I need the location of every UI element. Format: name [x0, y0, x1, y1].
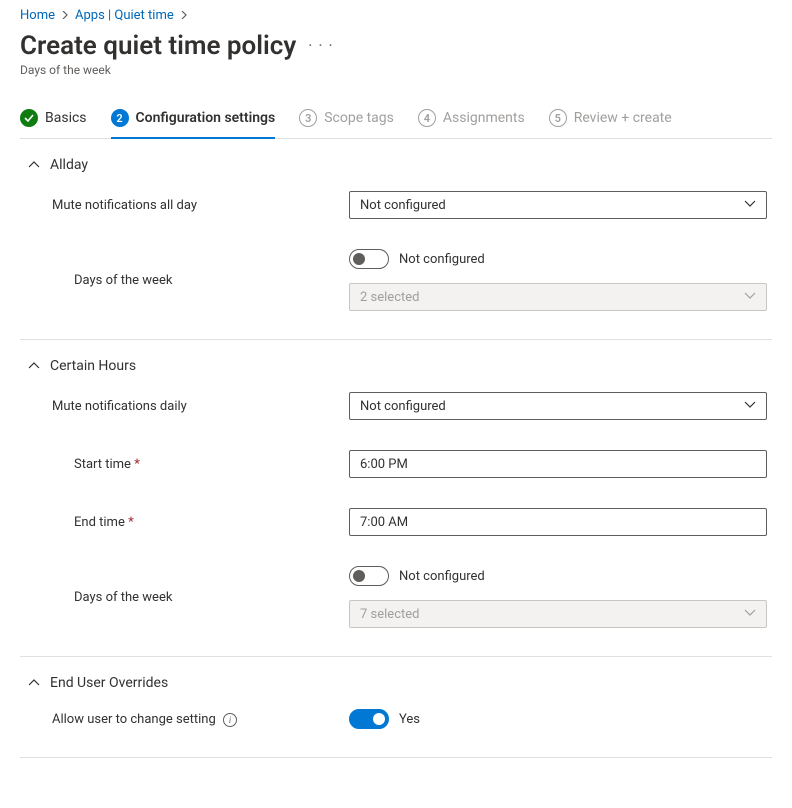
chevron-down-icon — [744, 606, 756, 622]
input-value: 6:00 PM — [360, 457, 408, 472]
select-value: 2 selected — [360, 290, 419, 305]
required-asterisk: * — [134, 457, 140, 472]
label-days-of-week-allday: Days of the week — [52, 273, 337, 288]
label-allow-user-change: Allow user to change setting i — [52, 712, 337, 727]
tab-label: Review + create — [574, 110, 672, 126]
tab-scope-tags[interactable]: 3 Scope tags — [299, 103, 394, 139]
breadcrumb-apps-quiet-time[interactable]: Apps | Quiet time — [75, 8, 174, 23]
section-certain-hours: Certain Hours Mute notifications daily N… — [20, 340, 772, 657]
chevron-down-icon — [744, 398, 756, 414]
chevron-right-icon — [180, 9, 188, 22]
label-mute-all-day: Mute notifications all day — [52, 198, 337, 213]
chevron-up-icon — [28, 159, 40, 171]
input-end-time[interactable]: 7:00 AM — [349, 508, 767, 536]
section-title: End User Overrides — [50, 675, 168, 691]
select-days-hours: 7 selected — [349, 600, 767, 628]
step-number-badge: 2 — [111, 109, 129, 127]
tab-label: Basics — [45, 110, 87, 126]
step-number-badge: 5 — [549, 109, 567, 127]
toggle-label: Not configured — [399, 252, 485, 267]
step-number-badge: 3 — [299, 109, 317, 127]
input-value: 7:00 AM — [360, 515, 408, 530]
toggle-label: Yes — [399, 712, 420, 727]
required-asterisk: * — [128, 515, 134, 530]
section-toggle-certain-hours[interactable]: Certain Hours — [20, 354, 772, 386]
label-mute-daily: Mute notifications daily — [52, 399, 337, 414]
wizard-tabs: Basics 2 Configuration settings 3 Scope … — [20, 103, 772, 139]
page-title: Create quiet time policy — [20, 31, 296, 61]
chevron-up-icon — [28, 677, 40, 689]
select-value: 7 selected — [360, 607, 419, 622]
tab-label: Assignments — [443, 110, 525, 126]
tab-assignments[interactable]: 4 Assignments — [418, 103, 525, 139]
toggle-days-hours[interactable] — [349, 566, 389, 586]
step-number-badge: 4 — [418, 109, 436, 127]
tab-label: Configuration settings — [136, 110, 276, 126]
select-mute-all-day[interactable]: Not configured — [349, 191, 767, 219]
section-title: Certain Hours — [50, 358, 136, 374]
tab-review-create[interactable]: 5 Review + create — [549, 103, 672, 139]
section-title: Allday — [50, 157, 88, 173]
tab-configuration-settings[interactable]: 2 Configuration settings — [111, 103, 276, 139]
breadcrumb-home[interactable]: Home — [20, 8, 55, 23]
label-end-time: End time * — [52, 515, 337, 530]
select-days-allday: 2 selected — [349, 283, 767, 311]
select-mute-daily[interactable]: Not configured — [349, 392, 767, 420]
select-value: Not configured — [360, 198, 446, 213]
breadcrumb: Home Apps | Quiet time — [20, 8, 772, 23]
chevron-down-icon — [744, 289, 756, 305]
tab-basics[interactable]: Basics — [20, 103, 87, 139]
section-toggle-overrides[interactable]: End User Overrides — [20, 671, 772, 703]
chevron-down-icon — [744, 197, 756, 213]
more-actions-button[interactable]: · · · — [308, 36, 333, 55]
chevron-right-icon — [61, 9, 69, 22]
section-toggle-allday[interactable]: Allday — [20, 153, 772, 185]
input-start-time[interactable]: 6:00 PM — [349, 450, 767, 478]
tab-label: Scope tags — [324, 110, 394, 126]
info-icon[interactable]: i — [223, 713, 237, 727]
page-subtitle: Days of the week — [20, 63, 772, 77]
toggle-label: Not configured — [399, 569, 485, 584]
section-end-user-overrides: End User Overrides Allow user to change … — [20, 657, 772, 758]
chevron-up-icon — [28, 360, 40, 372]
section-allday: Allday Mute notifications all day Not co… — [20, 139, 772, 340]
toggle-allow-user-change[interactable] — [349, 709, 389, 729]
label-days-of-week-hours: Days of the week — [52, 590, 337, 605]
label-start-time: Start time * — [52, 457, 337, 472]
check-circle-icon — [20, 109, 38, 127]
select-value: Not configured — [360, 399, 446, 414]
toggle-days-allday[interactable] — [349, 249, 389, 269]
